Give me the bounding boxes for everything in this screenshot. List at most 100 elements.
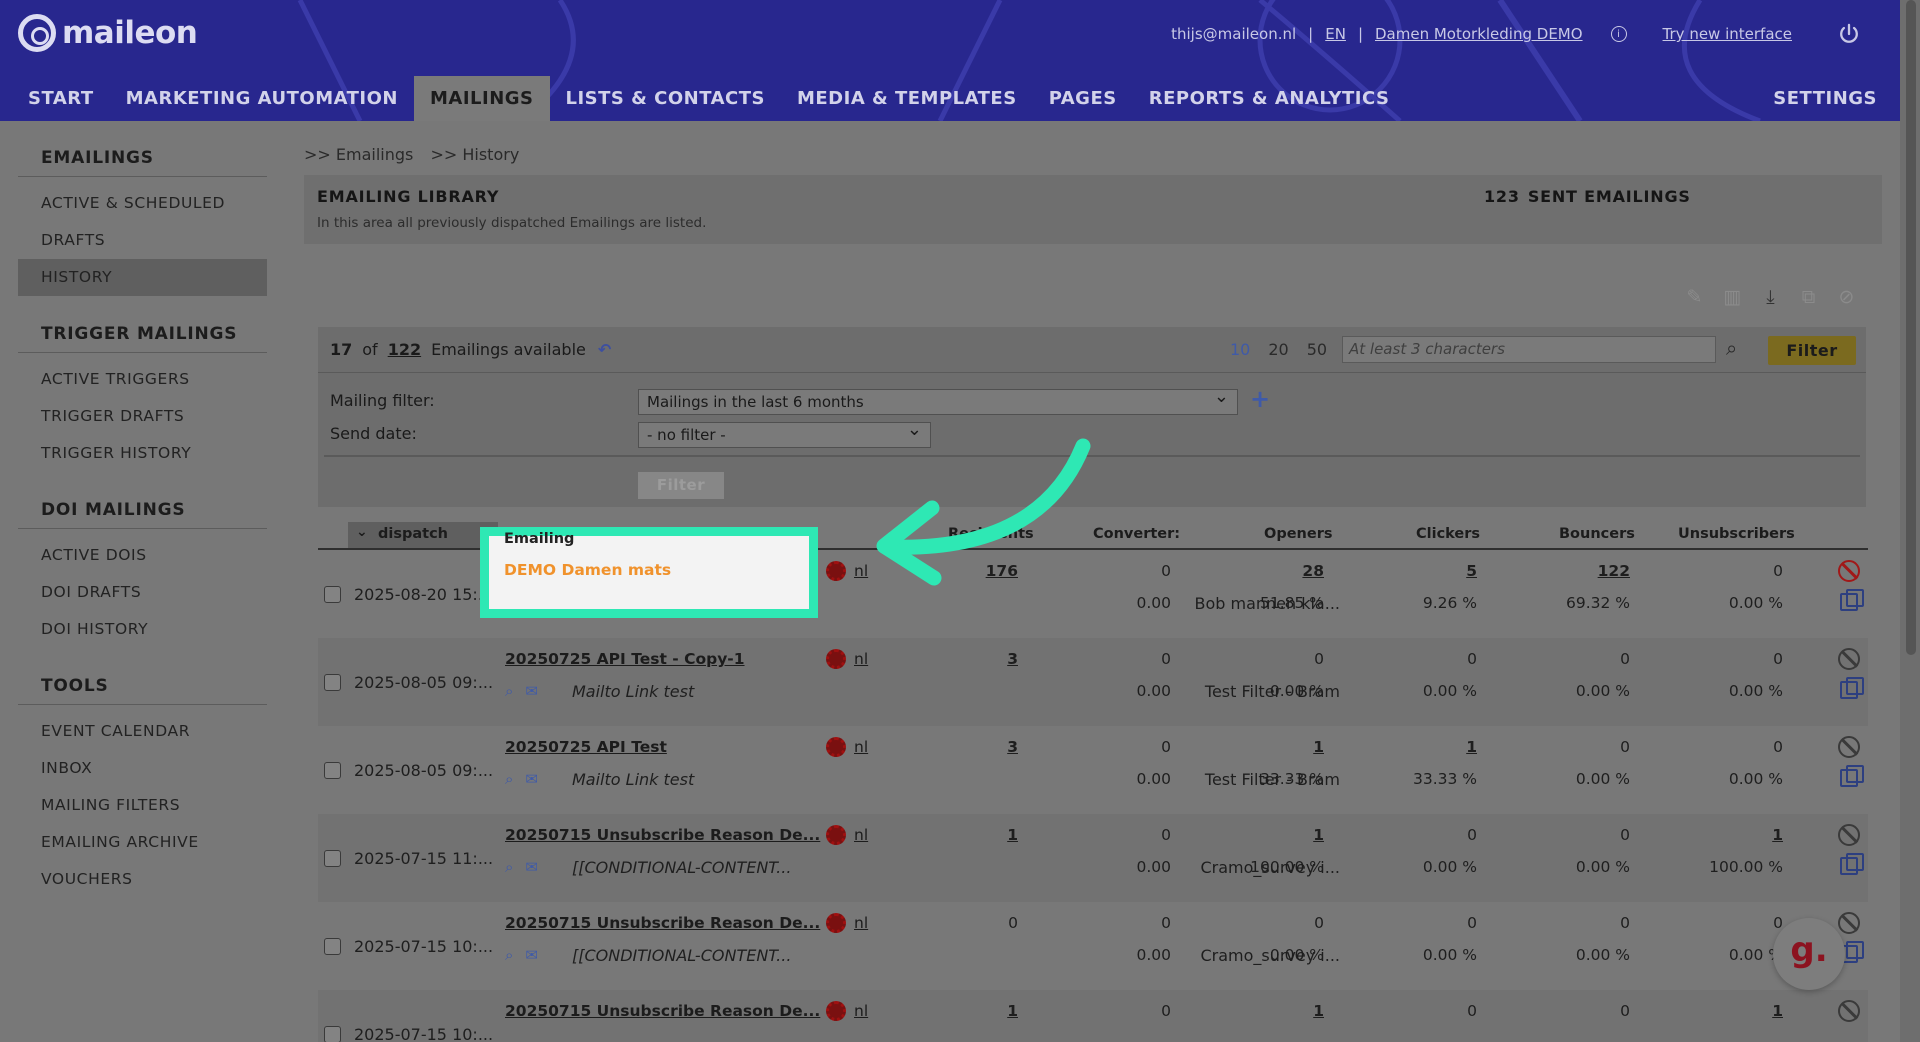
preview-search-icon[interactable]: ⌕	[505, 946, 513, 964]
cancel-icon[interactable]	[1838, 824, 1860, 846]
chart-icon[interactable]: ▥	[1720, 285, 1745, 310]
cancel-icon[interactable]	[1838, 1000, 1860, 1022]
cancel-icon[interactable]	[1838, 736, 1860, 758]
nav-mailings[interactable]: MAILINGS	[414, 76, 550, 121]
copy-icon[interactable]	[1840, 853, 1864, 875]
edit-icon[interactable]: ✎	[1682, 285, 1707, 310]
page-size-50[interactable]: 50	[1307, 340, 1327, 359]
nav-reports-analytics[interactable]: REPORTS & ANALYTICS	[1133, 76, 1406, 121]
preview-search-icon[interactable]: ⌕	[505, 682, 513, 700]
emailing-name-link[interactable]: 20250715 Unsubscribe Reason De...	[505, 826, 820, 844]
language-link[interactable]: EN	[1325, 25, 1346, 43]
settings-gear-icon[interactable]	[826, 1001, 846, 1021]
table-row[interactable]: 2025-07-15 10:... 20250715 Unsubscribe Re…	[318, 902, 1868, 990]
nav-pages[interactable]: PAGES	[1033, 76, 1133, 121]
bouncers-count[interactable]: 122	[1598, 562, 1630, 580]
preview-search-icon[interactable]: ⌕	[505, 858, 513, 876]
scrollbar-thumb[interactable]	[1906, 0, 1916, 655]
recipients-count[interactable]: 1	[1007, 826, 1018, 844]
breadcrumb-emailings[interactable]: >> Emailings	[304, 145, 413, 164]
emailing-name-link[interactable]: 20250725 API Test	[505, 738, 667, 756]
settings-gear-icon[interactable]	[826, 737, 846, 757]
sidebar-item-inbox[interactable]: INBOX	[18, 750, 267, 787]
preview-search-icon[interactable]: ⌕	[505, 770, 513, 788]
row-checkbox[interactable]	[324, 850, 341, 867]
total-count-link[interactable]: 122	[388, 340, 421, 359]
mail-icon[interactable]: ✉	[525, 682, 538, 700]
row-checkbox[interactable]	[324, 586, 341, 603]
cancel-icon[interactable]	[1838, 912, 1860, 934]
filter-button[interactable]: Filter	[1768, 336, 1856, 365]
copy-icon[interactable]	[1840, 677, 1864, 699]
openers-count[interactable]: 1	[1313, 1002, 1324, 1020]
emailing-name-link[interactable]: 20250715 Unsubscribe Reason De...	[505, 914, 820, 932]
recipients-count[interactable]: 1	[1007, 1002, 1018, 1020]
try-new-interface-link[interactable]: Try new interface	[1663, 25, 1792, 43]
emailing-name-link[interactable]: 20250715 Unsubscribe Reason De...	[505, 1002, 820, 1020]
add-filter-icon[interactable]: +	[1250, 385, 1270, 413]
page-size-20[interactable]: 20	[1268, 340, 1288, 359]
search-input[interactable]: At least 3 characters	[1342, 336, 1716, 363]
sidebar-item-doi-drafts[interactable]: DOI DRAFTS	[18, 574, 267, 611]
language-link[interactable]: nl	[854, 650, 868, 668]
language-link[interactable]: nl	[854, 914, 868, 932]
table-row[interactable]: 2025-07-15 10:... 20250715 Unsubscribe Re…	[318, 990, 1868, 1042]
column-bouncers[interactable]: Bouncers	[1559, 526, 1635, 542]
column-openers[interactable]: Openers	[1264, 526, 1332, 542]
highlighted-emailing-name[interactable]: DEMO Damen mats	[504, 561, 671, 579]
unsub-count[interactable]: 1	[1772, 826, 1783, 844]
chat-widget-button[interactable]: g.	[1773, 918, 1845, 990]
mail-icon[interactable]: ✉	[525, 946, 538, 964]
power-icon[interactable]	[1838, 23, 1860, 45]
column-clickers[interactable]: Clickers	[1416, 526, 1480, 542]
copy-icon[interactable]	[1840, 589, 1864, 611]
sidebar-item-vouchers[interactable]: VOUCHERS	[18, 861, 267, 898]
maileon-logo[interactable]: maileon	[18, 14, 198, 52]
language-link[interactable]: nl	[854, 738, 868, 756]
nav-lists-contacts[interactable]: LISTS & CONTACTS	[550, 76, 781, 121]
apply-filter-button[interactable]: Filter	[638, 472, 724, 499]
sidebar-item-active-dois[interactable]: ACTIVE DOIS	[18, 537, 267, 574]
sidebar-item-mailing-filters[interactable]: MAILING FILTERS	[18, 787, 267, 824]
cancel-icon[interactable]	[1838, 648, 1860, 670]
openers-count[interactable]: 1	[1313, 826, 1324, 844]
sidebar-item-drafts[interactable]: DRAFTS	[18, 222, 267, 259]
language-link[interactable]: nl	[854, 1002, 868, 1020]
mail-icon[interactable]: ✉	[525, 858, 538, 876]
sidebar-item-emailing-archive[interactable]: EMAILING ARCHIVE	[18, 824, 267, 861]
sidebar-item-doi-history[interactable]: DOI HISTORY	[18, 611, 267, 648]
clickers-count[interactable]: 1	[1466, 738, 1477, 756]
settings-gear-icon[interactable]	[826, 649, 846, 669]
recipients-count[interactable]: 3	[1007, 650, 1018, 668]
sidebar-item-event-calendar[interactable]: EVENT CALENDAR	[18, 713, 267, 750]
copy-icon[interactable]: ⧉	[1796, 285, 1821, 310]
scrollbar[interactable]	[1900, 0, 1920, 1042]
language-link[interactable]: nl	[854, 826, 868, 844]
nav-start[interactable]: START	[0, 76, 110, 121]
settings-gear-icon[interactable]	[826, 913, 846, 933]
sidebar-item-active-triggers[interactable]: ACTIVE TRIGGERS	[18, 361, 267, 398]
info-icon[interactable]: i	[1610, 26, 1627, 42]
row-checkbox[interactable]	[324, 762, 341, 779]
table-row[interactable]: 2025-08-05 09:... 20250725 API Test ⌕ ✉ Mail…	[318, 726, 1868, 814]
nav-media-templates[interactable]: MEDIA & TEMPLATES	[781, 76, 1033, 121]
page-size-10[interactable]: 10	[1230, 340, 1250, 359]
copy-icon[interactable]	[1840, 765, 1864, 787]
cancel-icon[interactable]: ⊘	[1834, 285, 1859, 310]
sidebar-item-active-scheduled[interactable]: ACTIVE & SCHEDULED	[18, 185, 267, 222]
unsub-count[interactable]: 1	[1772, 1002, 1783, 1020]
row-checkbox[interactable]	[324, 938, 341, 955]
language-link[interactable]: nl	[854, 562, 868, 580]
clickers-count[interactable]: 5	[1466, 562, 1477, 580]
breadcrumb-history[interactable]: >> History	[430, 145, 519, 164]
column-converter[interactable]: Converter:	[1093, 526, 1180, 542]
mailing-filter-select[interactable]: Mailings in the last 6 months	[638, 386, 1238, 415]
settings-gear-icon[interactable]	[826, 825, 846, 845]
openers-count[interactable]: 1	[1313, 738, 1324, 756]
table-row[interactable]: 2025-08-05 09:... 20250725 API Test - Cop…	[318, 638, 1868, 726]
settings-gear-icon[interactable]	[826, 561, 846, 581]
table-row[interactable]: 2025-07-15 11:... 20250715 Unsubscribe Re…	[318, 814, 1868, 902]
search-icon[interactable]: ⌕	[1726, 336, 1737, 360]
column-dispatch[interactable]: ⌄ dispatch	[348, 522, 498, 548]
reload-icon[interactable]: ↶	[598, 340, 611, 359]
